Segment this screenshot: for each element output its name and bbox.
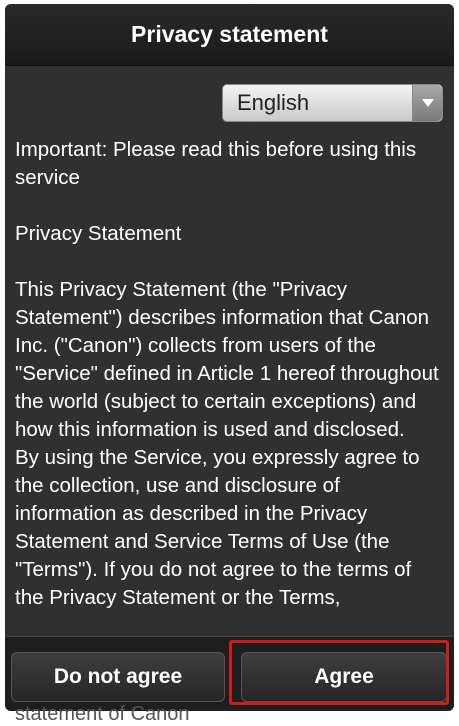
agree-highlight-box [229,640,449,705]
title-bar: Privacy statement [5,4,454,66]
section-heading: Privacy Statement [15,222,182,245]
language-selected-value: English [237,90,310,115]
paragraph-agreement: By using the Service, you expressly agre… [15,446,420,609]
language-dropdown[interactable]: English [222,84,443,122]
do-not-agree-button[interactable]: Do not agree [11,652,225,702]
privacy-screen: Privacy statement English Important: Ple… [5,4,454,711]
privacy-text-scroll[interactable]: Important: Please read this before using… [15,136,445,636]
important-notice: Important: Please read this before using… [15,138,417,189]
paragraph-intro: This Privacy Statement (the "Privacy Sta… [15,278,439,441]
page-title: Privacy statement [131,21,328,47]
chevron-down-icon [412,85,442,121]
